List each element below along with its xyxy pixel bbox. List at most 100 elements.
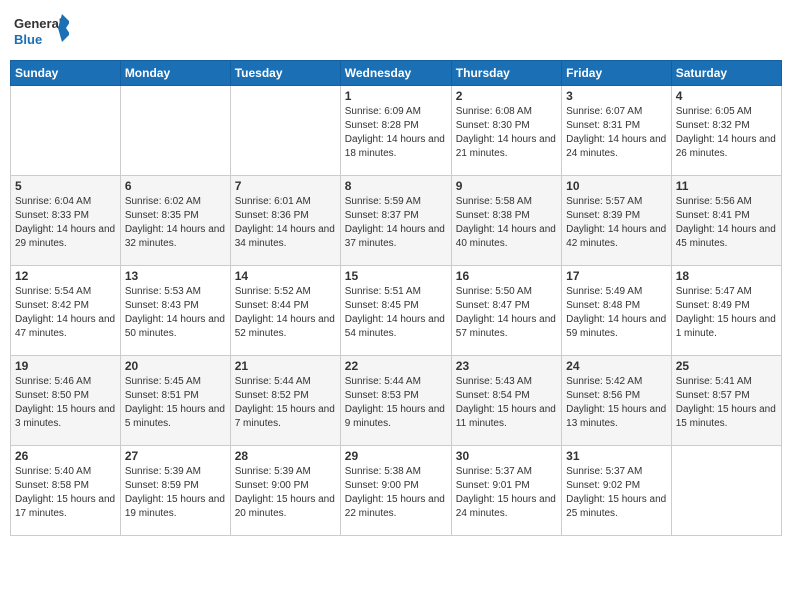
logo-svg: General Blue xyxy=(14,10,69,52)
calendar-cell: 5Sunrise: 6:04 AM Sunset: 8:33 PM Daylig… xyxy=(11,176,121,266)
calendar-cell xyxy=(230,86,340,176)
day-info: Sunrise: 5:39 AM Sunset: 9:00 PM Dayligh… xyxy=(235,465,336,521)
day-info: Sunrise: 6:08 AM Sunset: 8:30 PM Dayligh… xyxy=(456,105,557,161)
calendar-cell: 31 Sunrise: 5:37 AM Sunset: 9:02 PM Dayli… xyxy=(562,446,672,536)
day-number: 27 xyxy=(125,449,226,463)
calendar-cell: 3Sunrise: 6:07 AM Sunset: 8:31 PM Daylig… xyxy=(562,86,672,176)
calendar-week-row: 26 Sunrise: 5:40 AM Sunset: 8:58 PM Dayli… xyxy=(11,446,782,536)
day-info: Sunrise: 6:05 AM Sunset: 8:32 PM Dayligh… xyxy=(676,105,777,161)
day-info: Sunrise: 5:44 AM Sunset: 8:52 PM Dayligh… xyxy=(235,375,336,431)
calendar-cell: 25 Sunrise: 5:41 AM Sunset: 8:57 PM Dayli… xyxy=(671,356,781,446)
day-info: Sunrise: 5:58 AM Sunset: 8:38 PM Dayligh… xyxy=(456,195,557,251)
day-info: Sunrise: 5:41 AM Sunset: 8:57 PM Dayligh… xyxy=(676,375,777,431)
day-number: 18 xyxy=(676,269,777,283)
day-info: Sunrise: 5:45 AM Sunset: 8:51 PM Dayligh… xyxy=(125,375,226,431)
day-number: 31 xyxy=(566,449,667,463)
day-number: 20 xyxy=(125,359,226,373)
calendar-cell: 21 Sunrise: 5:44 AM Sunset: 8:52 PM Dayli… xyxy=(230,356,340,446)
day-info: Sunrise: 5:39 AM Sunset: 8:59 PM Dayligh… xyxy=(125,465,226,521)
calendar-cell: 22 Sunrise: 5:44 AM Sunset: 8:53 PM Dayli… xyxy=(340,356,451,446)
calendar-cell: 12 Sunrise: 5:54 AM Sunset: 8:42 PM Dayli… xyxy=(11,266,121,356)
calendar-cell: 26 Sunrise: 5:40 AM Sunset: 8:58 PM Dayli… xyxy=(11,446,121,536)
day-info: Sunrise: 5:56 AM Sunset: 8:41 PM Dayligh… xyxy=(676,195,777,251)
calendar-week-row: 1 Sunrise: 6:09 AM Sunset: 8:28 PM Daylig… xyxy=(11,86,782,176)
day-number: 24 xyxy=(566,359,667,373)
day-number: 9 xyxy=(456,179,557,193)
svg-text:General: General xyxy=(14,16,62,31)
column-header-sunday: Sunday xyxy=(11,61,121,86)
day-info: Sunrise: 5:44 AM Sunset: 8:53 PM Dayligh… xyxy=(345,375,447,431)
calendar-cell xyxy=(11,86,121,176)
day-number: 23 xyxy=(456,359,557,373)
day-info: Sunrise: 5:42 AM Sunset: 8:56 PM Dayligh… xyxy=(566,375,667,431)
day-number: 29 xyxy=(345,449,447,463)
day-number: 6 xyxy=(125,179,226,193)
day-number: 28 xyxy=(235,449,336,463)
day-info: Sunrise: 5:53 AM Sunset: 8:43 PM Dayligh… xyxy=(125,285,226,341)
calendar-table: SundayMondayTuesdayWednesdayThursdayFrid… xyxy=(10,60,782,536)
day-info: Sunrise: 5:40 AM Sunset: 8:58 PM Dayligh… xyxy=(15,465,116,521)
day-info: Sunrise: 5:52 AM Sunset: 8:44 PM Dayligh… xyxy=(235,285,336,341)
calendar-cell: 1 Sunrise: 6:09 AM Sunset: 8:28 PM Daylig… xyxy=(340,86,451,176)
calendar-cell: 8 Sunrise: 5:59 AM Sunset: 8:37 PM Daylig… xyxy=(340,176,451,266)
calendar-cell: 28 Sunrise: 5:39 AM Sunset: 9:00 PM Dayli… xyxy=(230,446,340,536)
calendar-cell: 6 Sunrise: 6:02 AM Sunset: 8:35 PM Daylig… xyxy=(120,176,230,266)
calendar-cell xyxy=(671,446,781,536)
calendar-week-row: 19Sunrise: 5:46 AM Sunset: 8:50 PM Dayli… xyxy=(11,356,782,446)
day-number: 15 xyxy=(345,269,447,283)
calendar-cell: 7Sunrise: 6:01 AM Sunset: 8:36 PM Daylig… xyxy=(230,176,340,266)
day-info: Sunrise: 6:01 AM Sunset: 8:36 PM Dayligh… xyxy=(235,195,336,251)
day-number: 8 xyxy=(345,179,447,193)
calendar-cell: 4 Sunrise: 6:05 AM Sunset: 8:32 PM Daylig… xyxy=(671,86,781,176)
calendar-cell: 30 Sunrise: 5:37 AM Sunset: 9:01 PM Dayli… xyxy=(451,446,561,536)
calendar-cell: 17Sunrise: 5:49 AM Sunset: 8:48 PM Dayli… xyxy=(562,266,672,356)
day-info: Sunrise: 5:59 AM Sunset: 8:37 PM Dayligh… xyxy=(345,195,447,251)
day-info: Sunrise: 5:51 AM Sunset: 8:45 PM Dayligh… xyxy=(345,285,447,341)
day-info: Sunrise: 5:37 AM Sunset: 9:01 PM Dayligh… xyxy=(456,465,557,521)
day-info: Sunrise: 5:38 AM Sunset: 9:00 PM Dayligh… xyxy=(345,465,447,521)
day-number: 13 xyxy=(125,269,226,283)
day-info: Sunrise: 5:54 AM Sunset: 8:42 PM Dayligh… xyxy=(15,285,116,341)
calendar-cell: 18 Sunrise: 5:47 AM Sunset: 8:49 PM Dayli… xyxy=(671,266,781,356)
day-number: 26 xyxy=(15,449,116,463)
day-info: Sunrise: 6:09 AM Sunset: 8:28 PM Dayligh… xyxy=(345,105,447,161)
calendar-cell: 15 Sunrise: 5:51 AM Sunset: 8:45 PM Dayli… xyxy=(340,266,451,356)
day-info: Sunrise: 5:57 AM Sunset: 8:39 PM Dayligh… xyxy=(566,195,667,251)
day-number: 4 xyxy=(676,89,777,103)
column-header-tuesday: Tuesday xyxy=(230,61,340,86)
day-number: 17 xyxy=(566,269,667,283)
calendar-cell: 2Sunrise: 6:08 AM Sunset: 8:30 PM Daylig… xyxy=(451,86,561,176)
day-info: Sunrise: 5:50 AM Sunset: 8:47 PM Dayligh… xyxy=(456,285,557,341)
day-info: Sunrise: 5:46 AM Sunset: 8:50 PM Dayligh… xyxy=(15,375,116,431)
calendar-cell: 19Sunrise: 5:46 AM Sunset: 8:50 PM Dayli… xyxy=(11,356,121,446)
column-header-saturday: Saturday xyxy=(671,61,781,86)
day-number: 3 xyxy=(566,89,667,103)
calendar-cell xyxy=(120,86,230,176)
day-number: 5 xyxy=(15,179,116,193)
day-info: Sunrise: 5:37 AM Sunset: 9:02 PM Dayligh… xyxy=(566,465,667,521)
calendar-cell: 20 Sunrise: 5:45 AM Sunset: 8:51 PM Dayli… xyxy=(120,356,230,446)
day-info: Sunrise: 5:47 AM Sunset: 8:49 PM Dayligh… xyxy=(676,285,777,341)
column-header-thursday: Thursday xyxy=(451,61,561,86)
calendar-cell: 14Sunrise: 5:52 AM Sunset: 8:44 PM Dayli… xyxy=(230,266,340,356)
day-info: Sunrise: 6:02 AM Sunset: 8:35 PM Dayligh… xyxy=(125,195,226,251)
day-number: 12 xyxy=(15,269,116,283)
column-header-wednesday: Wednesday xyxy=(340,61,451,86)
calendar-cell: 29 Sunrise: 5:38 AM Sunset: 9:00 PM Dayli… xyxy=(340,446,451,536)
day-number: 21 xyxy=(235,359,336,373)
day-number: 25 xyxy=(676,359,777,373)
day-number: 30 xyxy=(456,449,557,463)
calendar-cell: 11 Sunrise: 5:56 AM Sunset: 8:41 PM Dayli… xyxy=(671,176,781,266)
logo: General Blue xyxy=(14,10,69,52)
calendar-cell: 23Sunrise: 5:43 AM Sunset: 8:54 PM Dayli… xyxy=(451,356,561,446)
column-header-friday: Friday xyxy=(562,61,672,86)
day-number: 16 xyxy=(456,269,557,283)
calendar-cell: 27 Sunrise: 5:39 AM Sunset: 8:59 PM Dayli… xyxy=(120,446,230,536)
day-number: 11 xyxy=(676,179,777,193)
day-number: 1 xyxy=(345,89,447,103)
calendar-cell: 16 Sunrise: 5:50 AM Sunset: 8:47 PM Dayli… xyxy=(451,266,561,356)
day-number: 10 xyxy=(566,179,667,193)
calendar-header-row: SundayMondayTuesdayWednesdayThursdayFrid… xyxy=(11,61,782,86)
calendar-cell: 13 Sunrise: 5:53 AM Sunset: 8:43 PM Dayli… xyxy=(120,266,230,356)
day-number: 22 xyxy=(345,359,447,373)
